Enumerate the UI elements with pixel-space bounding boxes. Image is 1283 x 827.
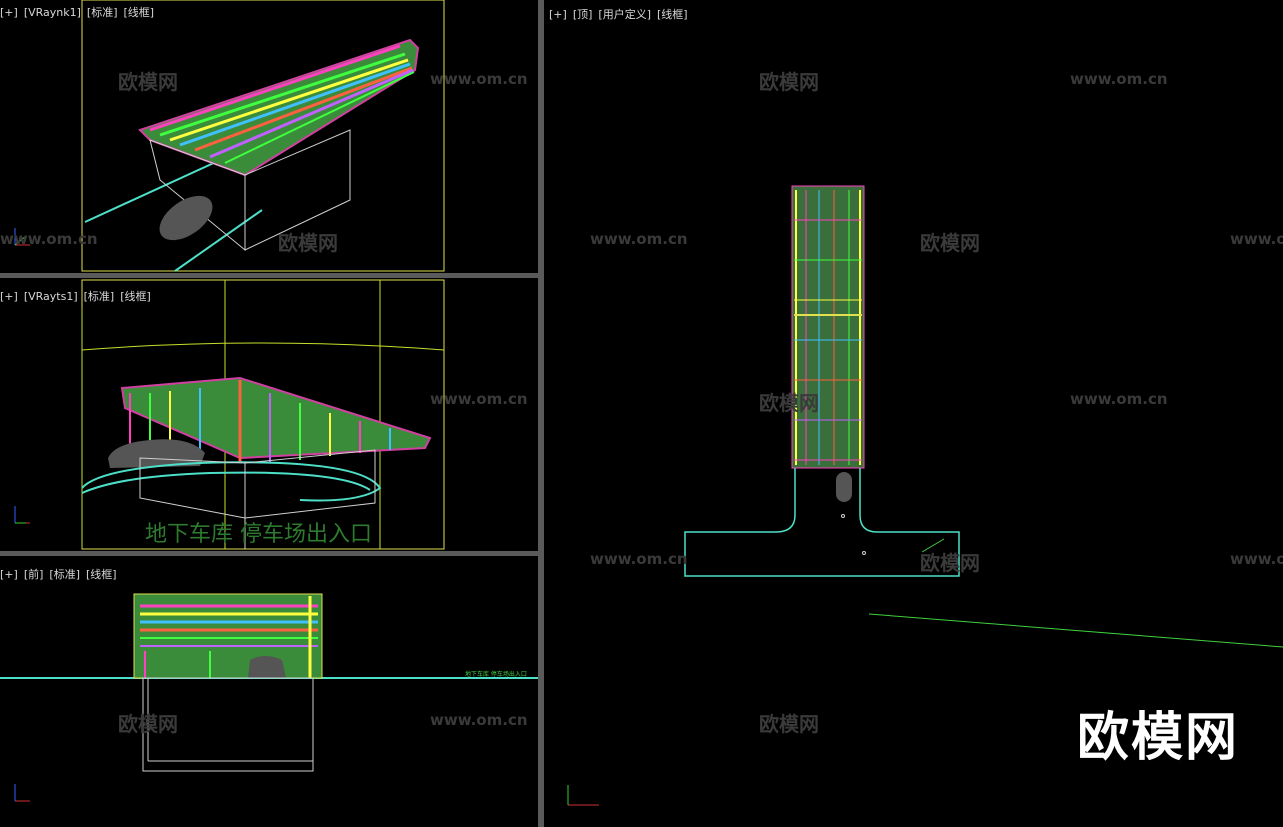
- viewport-caption: 地下车库 停车场出入口: [145, 522, 372, 547]
- viewport-shading-menu[interactable]: [标准]: [49, 568, 80, 581]
- viewport-perspective-1-canvas: [14, 0, 445, 272]
- viewport-perspective-2-canvas: [14, 279, 445, 550]
- viewport-view-menu[interactable]: [顶]: [573, 8, 593, 21]
- pit-outline: [142, 677, 314, 772]
- viewport-menu-plus[interactable]: [+]: [0, 568, 18, 581]
- viewport-front[interactable]: [+] [前] [标准] [线框] 地下车库 停车场出入口 欧模网 www.om.cn: [0, 556, 538, 827]
- viewport-camera-menu[interactable]: [前]: [24, 568, 44, 581]
- viewport-display-menu[interactable]: [线框]: [657, 8, 688, 21]
- viewport-shading-menu[interactable]: [标准]: [84, 290, 115, 303]
- viewport-perspective-1[interactable]: [+] [VRaynk1] [标准] [线框] 欧模网 www.om.cn 欧模网 w…: [0, 0, 538, 273]
- canopy-plan: [791, 185, 865, 469]
- viewport-label[interactable]: [+] [前] [标准] [线框]: [0, 566, 123, 582]
- viewport-camera-menu[interactable]: [VRayts1]: [24, 290, 78, 303]
- reference-line: [868, 613, 1283, 648]
- ramp-plan: [684, 468, 960, 577]
- viewport-camera-menu[interactable]: [VRaynk1]: [24, 6, 81, 19]
- viewport-front-canvas: [0, 593, 538, 802]
- brand-watermark-large: 欧模网: [1076, 708, 1239, 768]
- viewport-display-menu[interactable]: [线框]: [124, 6, 155, 19]
- viewport-display-menu[interactable]: [线框]: [120, 290, 151, 303]
- viewport-small-caption: 地下车库 停车场出入口: [465, 671, 527, 678]
- viewport-label[interactable]: [+] [VRaynk1] [标准] [线框]: [0, 4, 160, 20]
- viewport-label[interactable]: [+] [顶] [用户定义] [线框]: [549, 6, 694, 22]
- viewport-menu-plus[interactable]: [+]: [0, 6, 18, 19]
- viewport-label[interactable]: [+] [VRayts1] [标准] [线框]: [0, 288, 157, 304]
- viewport-perspective-2[interactable]: [+] [VRayts1] [标准] [线框] 地下车库 停车场出入口 www.om.…: [0, 278, 538, 551]
- viewport-shading-menu[interactable]: [标准]: [87, 6, 118, 19]
- car-shape: [836, 472, 852, 502]
- viewport-display-menu[interactable]: [线框]: [86, 568, 117, 581]
- roof-outline: [138, 38, 420, 177]
- viewport-shading-menu[interactable]: [用户定义]: [598, 8, 651, 21]
- car-shape: [248, 656, 286, 678]
- viewport-menu-plus[interactable]: [+]: [0, 290, 18, 303]
- viewport-menu-plus[interactable]: [+]: [549, 8, 567, 21]
- car-shape: [159, 195, 213, 241]
